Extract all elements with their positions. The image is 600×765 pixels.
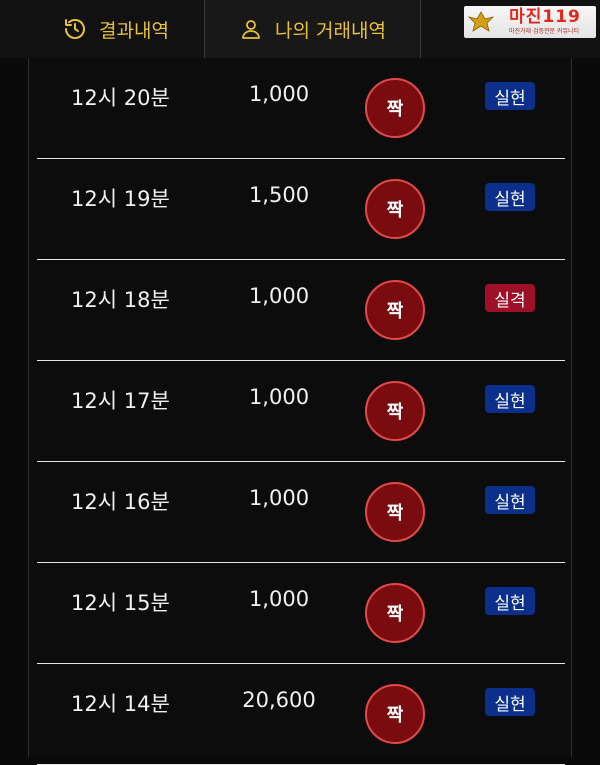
transaction-row: 12시 17분 1,000 짝 실현 [37,361,565,462]
transaction-row: 12시 20분 1,000 짝 실현 [37,58,565,159]
row-status-badge: 실격 [485,284,535,312]
row-status-badge: 실현 [485,688,535,716]
site-logo[interactable]: 마진119 마진거래 검증전문 커뮤니티 [464,6,596,38]
row-bet-choice: 짝 [365,583,425,643]
row-amount: 1,000 [209,82,349,106]
row-amount: 1,500 [209,183,349,207]
row-status-badge: 실현 [485,587,535,615]
row-time: 12시 19분 [71,183,170,213]
tab-results-history[interactable]: 결과내역 [28,0,204,58]
row-time: 12시 15분 [71,587,170,617]
transaction-list: 12시 20분 1,000 짝 실현 12시 19분 1,500 짝 실현 12… [37,58,565,765]
tab-my-transactions[interactable]: 나의 거래내역 [204,0,421,58]
row-amount: 1,000 [209,486,349,510]
row-amount: 20,600 [209,688,349,712]
row-bet-choice: 짝 [365,78,425,138]
row-status-badge: 실현 [485,183,535,211]
tab-bar: 결과내역 나의 거래내역 마진119 마진거래 검증전문 커뮤니티 [0,0,600,58]
row-time: 12시 20분 [71,82,170,112]
row-time: 12시 18분 [71,284,170,314]
row-amount: 1,000 [209,385,349,409]
transaction-row: 12시 18분 1,000 짝 실격 [37,260,565,361]
row-status-badge: 실현 [485,385,535,413]
transaction-row: 12시 16분 1,000 짝 실현 [37,462,565,563]
tab-my-transactions-label: 나의 거래내역 [275,16,386,43]
row-time: 12시 14분 [71,688,170,718]
row-time: 12시 17분 [71,385,170,415]
row-time: 12시 16분 [71,486,170,516]
history-icon [63,17,87,41]
transaction-panel: 12시 20분 1,000 짝 실현 12시 19분 1,500 짝 실현 12… [28,58,572,757]
row-amount: 1,000 [209,587,349,611]
transaction-row: 12시 19분 1,500 짝 실현 [37,159,565,260]
user-icon [239,17,263,41]
logo-tagline: 마진거래 검증전문 커뮤니티 [494,28,594,36]
row-bet-choice: 짝 [365,280,425,340]
row-amount: 1,000 [209,284,349,308]
tab-results-history-label: 결과내역 [99,16,169,43]
eagle-emblem-icon [468,8,494,34]
row-bet-choice: 짝 [365,179,425,239]
row-status-badge: 실현 [485,82,535,110]
logo-wordmark: 마진119 [496,7,594,27]
transaction-row: 12시 14분 20,600 짝 실현 [37,664,565,765]
transaction-row: 12시 15분 1,000 짝 실현 [37,563,565,664]
row-bet-choice: 짝 [365,381,425,441]
row-bet-choice: 짝 [365,684,425,744]
row-status-badge: 실현 [485,486,535,514]
row-bet-choice: 짝 [365,482,425,542]
